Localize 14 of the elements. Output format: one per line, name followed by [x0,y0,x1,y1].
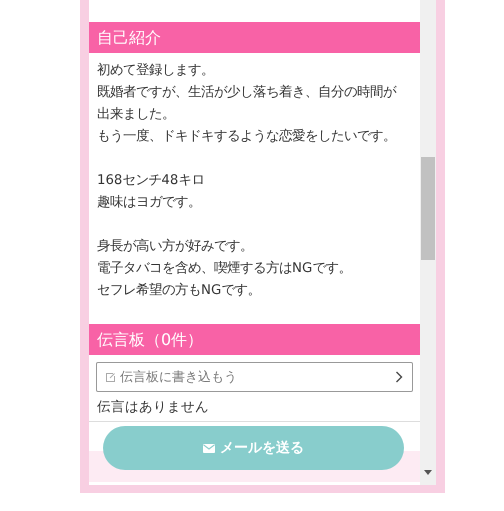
edit-icon [105,372,116,383]
envelope-icon [203,444,215,452]
send-mail-button[interactable]: メールを送る [103,426,404,470]
profile-paragraph: 168センチ48キロ 趣味はヨガです。 [97,172,206,212]
message-input-field[interactable]: 伝言板に書き込もう [96,362,413,392]
scrollbar-thumb[interactable] [421,157,435,260]
chevron-right-icon [395,371,403,383]
section-header: 自己紹介 [89,22,420,53]
scroll-down-icon[interactable] [424,470,432,475]
profile-paragraph: 身長が高い方が好みです。 電子タバコを含め、喫煙する方はNGです。 セフレ希望の方もNGです。 [97,238,352,300]
no-messages-text: 伝言はありません [89,392,420,422]
profile-paragraph: 初めて登録します。 既婚者ですが、生活が少し落ち着き、自分の時間が出来ました。 もう一度、ドキドキするような恋愛をしたいです。 [97,62,398,146]
scrollbar[interactable] [420,0,436,485]
section-header: 伝言板（0件） [89,324,420,355]
